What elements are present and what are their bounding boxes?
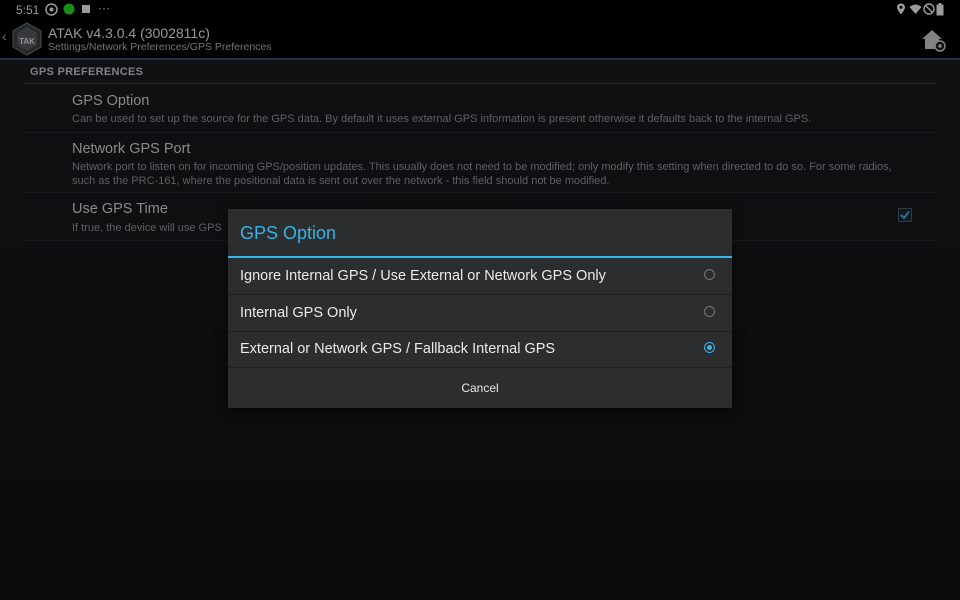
option-label: Internal GPS Only xyxy=(240,305,357,321)
option-external-fallback-internal[interactable]: External or Network GPS / Fallback Inter… xyxy=(228,331,732,368)
gps-option-dialog: GPS Option Ignore Internal GPS / Use Ext… xyxy=(228,209,732,408)
radio-button[interactable] xyxy=(704,269,715,280)
option-label: External or Network GPS / Fallback Inter… xyxy=(240,341,556,357)
option-ignore-internal-gps[interactable]: Ignore Internal GPS / Use External or Ne… xyxy=(228,258,732,295)
dialog-title: GPS Option xyxy=(240,223,337,243)
option-internal-gps-only[interactable]: Internal GPS Only xyxy=(228,295,732,332)
option-label: Ignore Internal GPS / Use External or Ne… xyxy=(240,268,606,284)
cancel-button[interactable]: Cancel xyxy=(228,368,732,408)
radio-button-selected[interactable] xyxy=(704,342,715,353)
radio-button[interactable] xyxy=(704,306,715,317)
